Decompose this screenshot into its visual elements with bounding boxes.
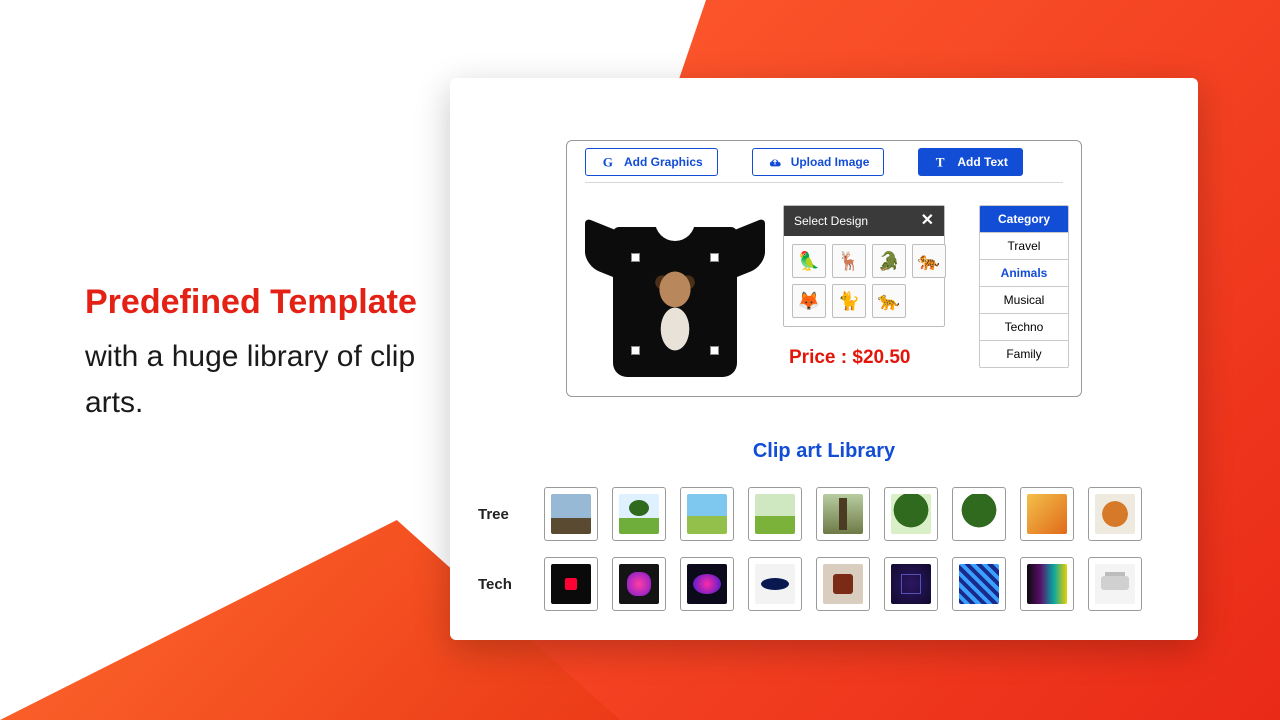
select-design-popover: Select Design ✕ 🦜🦌🐊🐅 🦊🐈🐆 — [783, 205, 945, 327]
clipart-swatch — [619, 494, 659, 534]
popover-title: Select Design — [794, 214, 868, 228]
tshirt-mockup — [585, 205, 765, 385]
product-preview[interactable] — [585, 205, 765, 385]
popover-header: Select Design ✕ — [784, 206, 944, 236]
clipart-thumb-tree-bare[interactable] — [544, 487, 598, 541]
clipart-thumb-orb[interactable] — [680, 557, 734, 611]
clipart-swatch — [755, 564, 795, 604]
clipart-thumb-youtube[interactable] — [544, 557, 598, 611]
resize-handle-tl[interactable] — [631, 253, 640, 262]
design-thumb-parrot[interactable]: 🦜 — [792, 244, 826, 278]
clipart-swatch — [755, 494, 795, 534]
clipart-thumb-tree-photo[interactable] — [884, 487, 938, 541]
design-thumb-deer[interactable]: 🦌 — [832, 244, 866, 278]
design-thumb-tiger[interactable]: 🐅 — [912, 244, 946, 278]
clipart-thumb-circuits[interactable] — [952, 557, 1006, 611]
applied-design-dog — [643, 263, 707, 351]
clipart-swatch — [959, 564, 999, 604]
svg-text:T: T — [936, 155, 945, 169]
clipart-thumb-tree-path[interactable] — [816, 487, 870, 541]
category-item-musical[interactable]: Musical — [980, 286, 1068, 313]
clipart-swatch — [891, 564, 931, 604]
hero-line-2: with a huge library of clip arts. — [85, 334, 465, 427]
hero-line-1: Predefined Template — [85, 280, 465, 326]
designer-toolbar: G Add Graphics Upload Image T Add Text — [585, 153, 1063, 183]
design-thumb-crocodile[interactable]: 🐊 — [872, 244, 906, 278]
clipart-thumb-hologram[interactable] — [884, 557, 938, 611]
design-thumb-leopard[interactable]: 🐆 — [872, 284, 906, 318]
resize-handle-br[interactable] — [710, 346, 719, 355]
add-graphics-label: Add Graphics — [624, 155, 703, 169]
clipart-swatch — [891, 494, 931, 534]
clipart-thumb-tree-clip[interactable] — [952, 487, 1006, 541]
category-list: Category TravelAnimalsMusicalTechnoFamil… — [979, 205, 1069, 368]
design-thumb-fox[interactable]: 🦊 — [792, 284, 826, 318]
designer-card: G Add Graphics Upload Image T Add Text — [566, 140, 1082, 397]
design-selection-box[interactable] — [635, 257, 715, 351]
clipart-swatch — [551, 494, 591, 534]
clipart-thumb-tree-autumn[interactable] — [1020, 487, 1074, 541]
category-item-techno[interactable]: Techno — [980, 313, 1068, 340]
graphics-icon: G — [600, 154, 616, 170]
clipart-swatch — [1095, 494, 1135, 534]
app-panel: G Add Graphics Upload Image T Add Text — [450, 78, 1198, 640]
text-icon: T — [933, 154, 949, 170]
clipart-swatch — [959, 494, 999, 534]
clipart-thumb-disc[interactable] — [748, 557, 802, 611]
add-text-label: Add Text — [957, 155, 1007, 169]
library-title: Clip art Library — [450, 440, 1198, 463]
library-row-label: Tech — [478, 576, 530, 593]
clipart-swatch — [687, 494, 727, 534]
category-item-animals[interactable]: Animals — [980, 259, 1068, 286]
clipart-swatch — [1027, 564, 1067, 604]
upload-image-button[interactable]: Upload Image — [752, 148, 885, 176]
clipart-thumb-retro[interactable] — [816, 557, 870, 611]
clipart-swatch — [1027, 494, 1067, 534]
category-item-travel[interactable]: Travel — [980, 232, 1068, 259]
price-display: Price : $20.50 — [789, 347, 911, 369]
clipart-swatch — [687, 564, 727, 604]
clipart-swatch — [551, 564, 591, 604]
price-label: Price : — [789, 347, 852, 368]
clipart-swatch — [823, 564, 863, 604]
add-text-button[interactable]: T Add Text — [918, 148, 1022, 176]
upload-image-label: Upload Image — [791, 155, 870, 169]
design-thumb-cat[interactable]: 🐈 — [832, 284, 866, 318]
svg-text:G: G — [603, 155, 613, 169]
clipart-thumb-tree-bonsai[interactable] — [1088, 487, 1142, 541]
clipart-swatch — [1095, 564, 1135, 604]
resize-handle-tr[interactable] — [710, 253, 719, 262]
clipart-swatch — [619, 564, 659, 604]
hero-text: Predefined Template with a huge library … — [85, 280, 465, 427]
clipart-thumb-drone[interactable] — [1088, 557, 1142, 611]
clipart-swatch — [823, 494, 863, 534]
close-icon[interactable]: ✕ — [921, 213, 934, 229]
clipart-thumb-tree-field[interactable] — [680, 487, 734, 541]
library-row-tech: Tech — [478, 556, 1184, 612]
price-value: $20.50 — [852, 347, 910, 368]
category-header: Category — [980, 206, 1068, 232]
resize-handle-bl[interactable] — [631, 346, 640, 355]
clipart-thumb-spectrum[interactable] — [1020, 557, 1074, 611]
design-thumb-grid: 🦜🦌🐊🐅 🦊🐈🐆 — [784, 236, 944, 326]
clipart-thumb-tree-meadow[interactable] — [748, 487, 802, 541]
clipart-thumb-tree-green[interactable] — [612, 487, 666, 541]
upload-icon — [767, 154, 783, 170]
add-graphics-button[interactable]: G Add Graphics — [585, 148, 718, 176]
category-item-family[interactable]: Family — [980, 340, 1068, 367]
library-row-label: Tree — [478, 506, 530, 523]
clipart-thumb-instagram[interactable] — [612, 557, 666, 611]
library-row-tree: Tree — [478, 486, 1184, 542]
